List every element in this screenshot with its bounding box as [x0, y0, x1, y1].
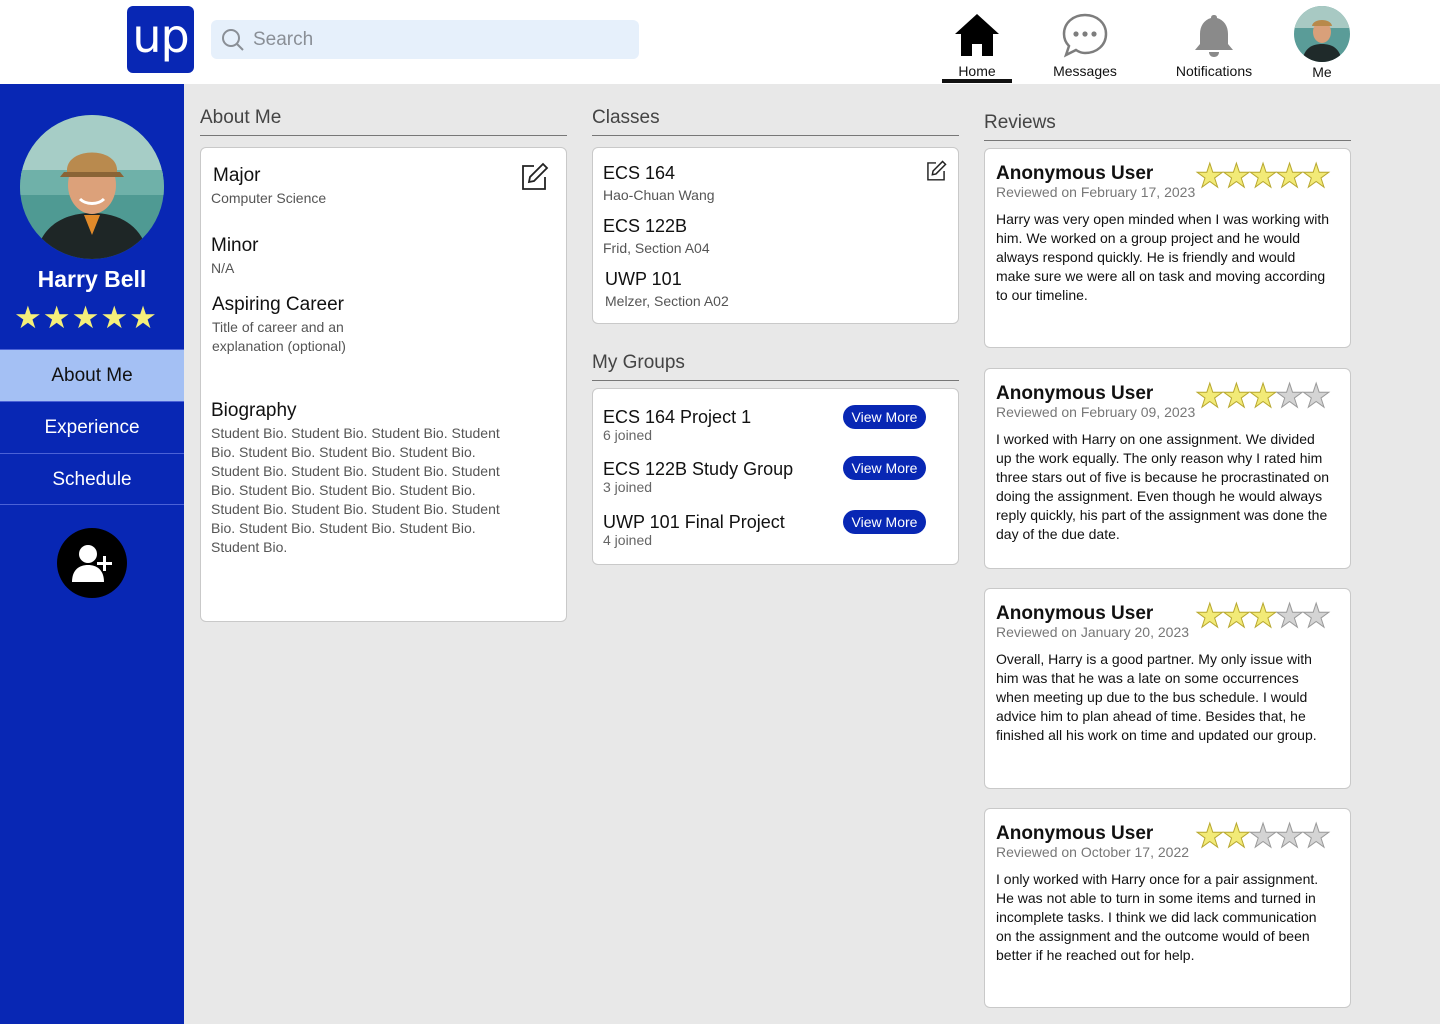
search-input[interactable] [253, 20, 623, 59]
home-icon [955, 14, 999, 56]
group-joined-count: 3 joined [603, 479, 653, 495]
class-code: ECS 122B [603, 216, 688, 236]
star-filled-icon: ★ [1274, 157, 1305, 194]
search-bar[interactable] [211, 20, 639, 59]
reviewer-name: Anonymous User [996, 163, 1154, 184]
biography-label: Biography [211, 400, 297, 421]
view-more-button[interactable]: View More [843, 510, 926, 534]
minor-label: Minor [211, 235, 259, 256]
view-more-button[interactable]: View More [843, 405, 926, 429]
class-detail: Frid, Section A04 [603, 240, 710, 256]
reviewer-name: Anonymous User [996, 603, 1154, 624]
add-friend-button[interactable] [57, 528, 127, 598]
review-card: Anonymous User Reviewed on October 17, 2… [984, 808, 1351, 1008]
group-name: ECS 122B Study Group [603, 459, 794, 479]
star-filled-icon: ★ [1195, 157, 1226, 194]
groups-card: ECS 164 Project 1 6 joined View More ECS… [592, 388, 959, 565]
biography-value: Student Bio. Student Bio. Student Bio. S… [211, 425, 500, 555]
messages-icon [1062, 13, 1108, 58]
star-filled-icon: ★ [1221, 597, 1252, 634]
classes-card: ECS 164 Hao-Chuan Wang ECS 122B Frid, Se… [592, 147, 959, 324]
group-joined-count: 6 joined [603, 427, 653, 443]
edit-classes-icon[interactable] [925, 160, 947, 182]
star-filled-icon: ★ [1248, 597, 1279, 634]
view-more-button[interactable]: View More [843, 456, 926, 480]
edit-icon[interactable] [519, 162, 549, 192]
class-code: UWP 101 [605, 269, 682, 289]
nav-notifications[interactable]: Notifications [1170, 12, 1258, 79]
nav-me-label: Me [1312, 64, 1332, 80]
star-empty-icon: ★ [1301, 597, 1332, 634]
nav-notifications-label: Notifications [1175, 63, 1253, 79]
add-friend-icon [72, 545, 112, 582]
star-filled-icon: ★ [1301, 157, 1332, 194]
about-me-card: Major Computer Science Minor N/A Aspirin… [200, 147, 567, 622]
review-date: Reviewed on February 09, 2023 [996, 404, 1196, 420]
star-empty-icon: ★ [1274, 377, 1305, 414]
classes-section-title: Classes [592, 107, 959, 136]
review-text: Overall, Harry is a good partner. My onl… [996, 651, 1317, 743]
profile-photo [20, 115, 164, 259]
tab-experience[interactable]: Experience [0, 401, 184, 453]
minor-value: N/A [211, 260, 235, 276]
tab-schedule[interactable]: Schedule [0, 453, 184, 505]
group-joined-count: 4 joined [603, 532, 653, 548]
review-card: Anonymous User Reviewed on February 09, … [984, 368, 1351, 569]
star-empty-icon: ★ [1301, 377, 1332, 414]
star-filled-icon: ★ [1195, 817, 1226, 854]
major-label: Major [213, 165, 261, 186]
group-name: UWP 101 Final Project [603, 512, 785, 532]
star-empty-icon: ★ [1248, 817, 1279, 854]
star-filled-icon: ★ [1248, 157, 1279, 194]
review-text: I worked with Harry on one assignment. W… [996, 431, 1330, 542]
review-text: Harry was very open minded when I was wo… [996, 211, 1330, 303]
profile-rating-stars: ★★★★★ [14, 300, 158, 335]
review-card: Anonymous User Reviewed on February 17, … [984, 148, 1351, 348]
class-detail: Melzer, Section A02 [605, 293, 729, 309]
star-empty-icon: ★ [1274, 817, 1305, 854]
star-filled-icon: ★ [1195, 377, 1226, 414]
profile-sidebar: Harry Bell ★★★★★ About Me Experience Sch… [0, 84, 184, 1024]
review-date: Reviewed on February 17, 2023 [996, 184, 1196, 200]
user-avatar-small [1294, 6, 1350, 62]
star-filled-icon: ★ [1221, 157, 1252, 194]
search-icon [222, 29, 244, 51]
review-date: Reviewed on October 17, 2022 [996, 844, 1190, 860]
career-label: Aspiring Career [212, 294, 344, 315]
nav-me[interactable]: Me [1292, 6, 1352, 80]
top-navigation-bar: up Home Messages Notifications [0, 0, 1440, 84]
review-date: Reviewed on January 20, 2023 [996, 624, 1190, 640]
tab-about-me[interactable]: About Me [0, 349, 184, 401]
review-text: I only worked with Harry once for a pair… [996, 871, 1319, 963]
class-code: ECS 164 [603, 163, 676, 183]
star-filled-icon: ★ [1221, 377, 1252, 414]
app-logo[interactable]: up [127, 6, 194, 73]
star-filled-icon: ★ [1248, 377, 1279, 414]
profile-name: Harry Bell [37, 266, 147, 292]
nav-home-label: Home [958, 63, 996, 79]
group-name: ECS 164 Project 1 [603, 407, 752, 427]
review-rating-stars: ★★★★★ [1195, 377, 1332, 414]
star-filled-icon: ★ [1195, 597, 1226, 634]
nav-home[interactable]: Home [942, 12, 1012, 83]
review-rating-stars: ★★★★★ [1195, 597, 1332, 634]
about-me-section-title: About Me [200, 107, 567, 136]
reviewer-name: Anonymous User [996, 823, 1154, 844]
groups-section-title: My Groups [592, 352, 959, 381]
reviews-section-title: Reviews [984, 112, 1351, 141]
class-detail: Hao-Chuan Wang [603, 187, 715, 203]
notifications-icon [1195, 15, 1233, 57]
active-nav-indicator [942, 79, 1012, 83]
nav-messages[interactable]: Messages [1050, 12, 1120, 79]
star-empty-icon: ★ [1301, 817, 1332, 854]
career-value: Title of career and an explanation (opti… [212, 319, 346, 354]
review-rating-stars: ★★★★★ [1195, 817, 1332, 854]
reviewer-name: Anonymous User [996, 383, 1154, 404]
review-card: Anonymous User Reviewed on January 20, 2… [984, 588, 1351, 789]
nav-messages-label: Messages [1053, 63, 1117, 79]
star-filled-icon: ★ [1221, 817, 1252, 854]
review-rating-stars: ★★★★★ [1195, 157, 1332, 194]
star-empty-icon: ★ [1274, 597, 1305, 634]
major-value: Computer Science [211, 190, 327, 206]
